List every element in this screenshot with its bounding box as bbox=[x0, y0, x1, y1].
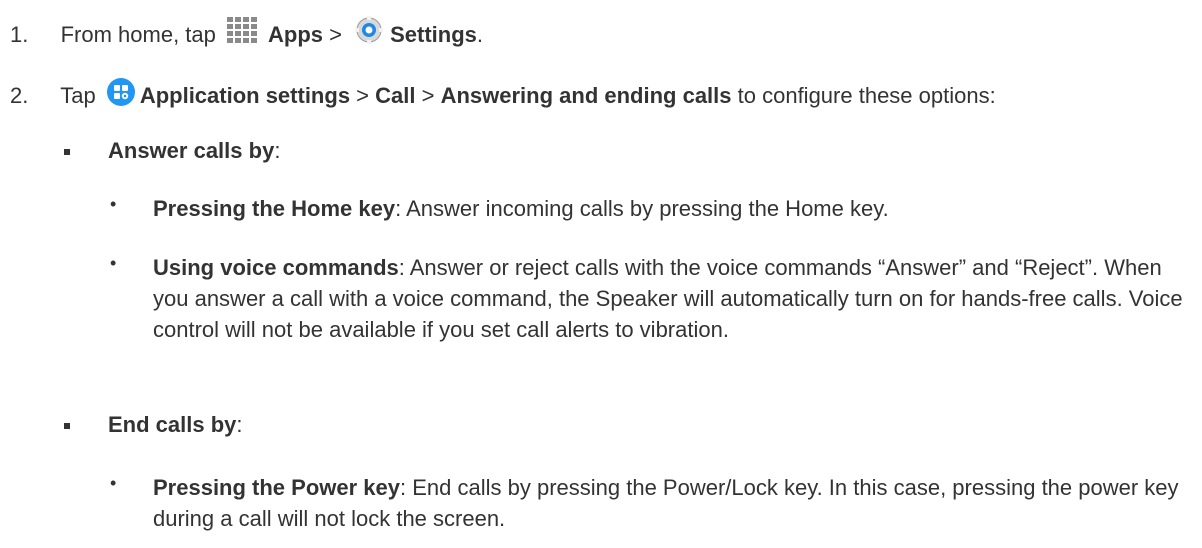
answer-calls-heading: Answer calls by: bbox=[108, 135, 280, 166]
step-2: 2. Tap Application settings > Call > Ans… bbox=[10, 77, 996, 115]
answering-label: Answering and ending calls bbox=[440, 83, 732, 108]
step-number: 2. bbox=[10, 83, 29, 108]
end-calls-title: End calls by bbox=[108, 412, 237, 437]
colon: : bbox=[236, 412, 243, 437]
voice-commands-title: Using voice commands bbox=[153, 255, 399, 280]
square-bullet bbox=[64, 149, 70, 155]
square-bullet bbox=[64, 423, 70, 429]
colon: : bbox=[274, 138, 281, 163]
apps-grid-icon bbox=[226, 16, 264, 54]
power-key-option: Pressing the Power key: End calls by pre… bbox=[153, 472, 1183, 534]
call-label: Call bbox=[375, 83, 416, 108]
step-number: 1. bbox=[10, 22, 29, 47]
application-settings-label: Application settings bbox=[139, 83, 351, 108]
home-key-title: Pressing the Home key bbox=[153, 196, 396, 221]
settings-label: Settings bbox=[390, 22, 477, 47]
end-calls-heading: End calls by: bbox=[108, 409, 243, 440]
dot-bullet: • bbox=[110, 473, 117, 493]
step-end: . bbox=[476, 22, 484, 47]
home-key-text: : Answer incoming calls by pressing the … bbox=[395, 196, 889, 221]
step-text: Tap bbox=[60, 83, 96, 108]
dot-bullet: • bbox=[110, 253, 117, 273]
separator: > bbox=[350, 83, 376, 108]
step-1: 1. From home, tap Apps > Settings. bbox=[10, 16, 483, 54]
application-settings-icon bbox=[106, 77, 136, 115]
step-text: From home, tap bbox=[60, 22, 216, 47]
answer-calls-title: Answer calls by bbox=[108, 138, 275, 163]
separator: > bbox=[323, 22, 349, 47]
settings-gear-icon bbox=[352, 16, 386, 54]
separator: > bbox=[415, 83, 441, 108]
home-key-option: Pressing the Home key: Answer incoming c… bbox=[153, 193, 1183, 224]
dot-bullet: • bbox=[110, 194, 117, 214]
power-key-title: Pressing the Power key bbox=[153, 475, 400, 500]
voice-commands-option: Using voice commands: Answer or reject c… bbox=[153, 252, 1183, 345]
step-text-tail: to configure these options: bbox=[731, 83, 996, 108]
apps-label: Apps bbox=[268, 22, 324, 47]
